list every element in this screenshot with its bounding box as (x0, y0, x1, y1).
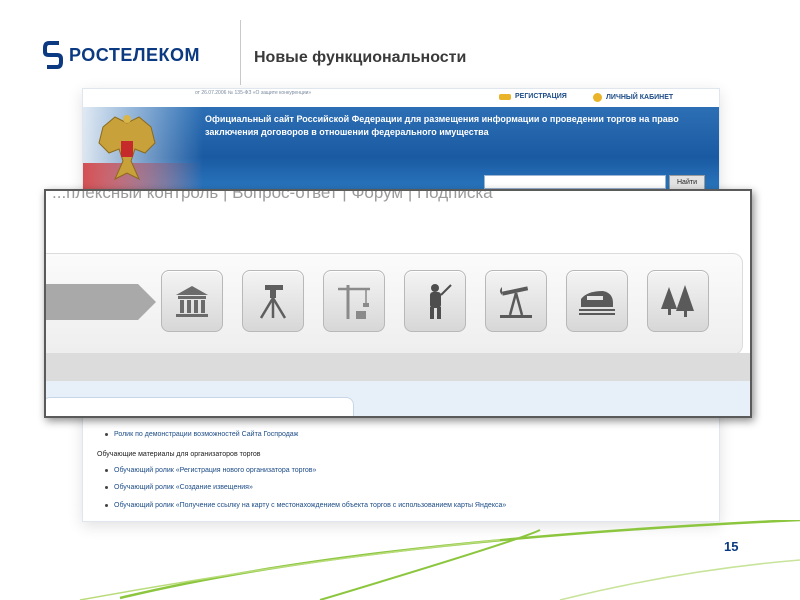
category-construction-button[interactable] (323, 270, 385, 332)
high-speed-train-icon (579, 291, 615, 315)
header-divider (240, 20, 241, 85)
site-banner: Официальный сайт Российской Федерации дл… (83, 107, 719, 191)
site-top-bar: от 26.07.2006 № 135-ФЗ «О защите конкуре… (83, 89, 719, 107)
slide-title: Новые функциональности (254, 49, 467, 66)
site-search-input[interactable] (484, 175, 666, 189)
cabinet-link[interactable]: ЛИЧНЫЙ КАБИНЕТ (593, 93, 673, 102)
page-number: 15 (724, 539, 739, 554)
key-icon (499, 93, 511, 100)
list-item[interactable]: Обучающий ролик «Получение ссылку на кар… (105, 502, 506, 509)
logo-text: РОСТЕЛЕКОМ (69, 44, 200, 65)
theodolite-icon (259, 285, 287, 319)
category-property-button[interactable] (161, 270, 223, 332)
category-transport-button[interactable] (566, 270, 628, 332)
category-land-button[interactable] (242, 270, 304, 332)
oil-pump-icon (500, 286, 532, 318)
zoom-nav-text: ...плексный контроль | Вопрос-ответ | Фо… (52, 189, 493, 202)
rostelecom-logo-icon (43, 41, 63, 69)
government-building-icon (176, 286, 208, 317)
registration-link[interactable]: РЕГИСТРАЦИЯ (499, 93, 567, 100)
zoom-grey-band (46, 353, 750, 381)
list-item[interactable]: Обучающий ролик «Регистрация нового орга… (105, 467, 316, 474)
zoom-tab-outline (46, 397, 354, 416)
category-subsoil-button[interactable] (485, 270, 547, 332)
coat-of-arms-icon (98, 115, 156, 181)
category-hunting-button[interactable] (404, 270, 466, 332)
construction-crane-icon (338, 285, 370, 319)
user-icon (593, 93, 602, 102)
zoom-overlay: ...плексный контроль | Вопрос-ответ | Фо… (44, 189, 752, 418)
forest-icon (661, 285, 694, 317)
arrow-pointer-tip (138, 284, 156, 320)
list-item[interactable]: Обучающий ролик «Создание извещения» (105, 484, 253, 491)
list-item[interactable]: Ролик по демонстрации возможностей Сайта… (105, 431, 298, 438)
banner-text: Официальный сайт Российской Федерации дл… (205, 114, 679, 137)
hunter-icon (430, 284, 452, 319)
cabinet-label: ЛИЧНЫЙ КАБИНЕТ (606, 94, 674, 101)
decorative-swoosh (79, 520, 800, 600)
rostelecom-logo: РОСТЕЛЕКОМ (43, 40, 200, 70)
registration-label: РЕГИСТРАЦИЯ (515, 93, 567, 100)
arrow-pointer (46, 284, 138, 320)
category-forest-button[interactable] (647, 270, 709, 332)
section-heading: Обучающие материалы для организаторов то… (97, 451, 261, 458)
site-top-note: от 26.07.2006 № 135-ФЗ «О защите конкуре… (195, 90, 312, 96)
